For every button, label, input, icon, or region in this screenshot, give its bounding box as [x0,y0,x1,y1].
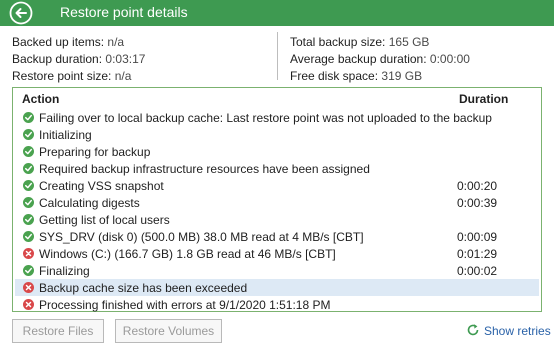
row-duration-text: 0:00:39 [457,196,498,210]
backup-duration-value: 0:03:17 [105,52,146,66]
total-backup-size-value: 165 GB [388,35,430,49]
table-row[interactable]: Creating VSS snapshot 0:00:20 [15,177,539,194]
row-action-text: SYS_DRV (disk 0) (500.0 MB) 38.0 MB read… [39,230,364,244]
refresh-icon [467,324,479,336]
row-duration-text: 0:01:29 [457,247,498,261]
action-column-header[interactable]: Action [22,92,59,106]
table-row[interactable]: Finalizing 0:00:02 [15,262,539,279]
error-circle-icon [23,299,34,310]
check-circle-icon [23,197,34,208]
back-arrow-icon[interactable] [9,1,33,25]
row-action-text: Finalizing [39,264,90,278]
table-row[interactable]: Getting list of local users [15,211,539,228]
show-retries-label: Show retries [484,324,551,338]
backup-duration-label: Backup duration: [12,52,103,66]
average-backup-duration-value: 0:00:00 [429,52,470,66]
restore-volumes-button[interactable]: Restore Volumes [115,319,222,343]
average-backup-duration-stat: Average backup duration: 0:00:00 [290,52,470,66]
backup-duration-stat: Backup duration: 0:03:17 [12,52,145,66]
row-action-text: Creating VSS snapshot [39,179,164,193]
check-circle-icon [23,265,34,276]
row-action-text: Required backup infrastructure resources… [39,162,370,176]
total-backup-size-label: Total backup size: [290,35,386,49]
action-log-panel[interactable]: Action Duration Failing over to local ba… [12,87,542,312]
free-disk-space-value: 319 GB [381,69,423,83]
check-circle-icon [23,146,34,157]
title-bar: Restore point details [0,0,554,26]
backed-up-items-stat: Backed up items: n/a [12,35,124,49]
restore-point-size-label: Restore point size: [12,69,112,83]
check-circle-icon [23,163,34,174]
backed-up-items-label: Backed up items: [12,35,105,49]
table-row[interactable]: Backup cache size has been exceeded [15,279,539,296]
stats-divider [277,32,278,80]
total-backup-size-stat: Total backup size: 165 GB [290,35,429,49]
row-duration-text: 0:00:20 [457,179,498,193]
row-action-text: Processing finished with errors at 9/1/2… [39,298,331,312]
check-circle-icon [23,129,34,140]
row-action-text: Backup cache size has been exceeded [39,281,248,295]
check-circle-icon [23,214,34,225]
table-row[interactable]: Initializing [15,126,539,143]
row-action-text: Failing over to local backup cache: Last… [39,111,492,125]
table-row[interactable]: Required backup infrastructure resources… [15,160,539,177]
free-disk-space-stat: Free disk space: 319 GB [290,69,422,83]
duration-column-header[interactable]: Duration [459,92,508,106]
table-row[interactable]: SYS_DRV (disk 0) (500.0 MB) 38.0 MB read… [15,228,539,245]
check-circle-icon [23,180,34,191]
restore-point-size-stat: Restore point size: n/a [12,69,131,83]
free-disk-space-label: Free disk space: [290,69,379,83]
backed-up-items-value: n/a [107,35,125,49]
table-row[interactable]: Processing finished with errors at 9/1/2… [15,296,539,313]
check-circle-icon [23,231,34,242]
table-row[interactable]: Windows (C:) (166.7 GB) 1.8 GB read at 4… [15,245,539,262]
row-action-text: Preparing for backup [39,145,151,159]
row-action-text: Initializing [39,128,92,142]
check-circle-icon [23,112,34,123]
window-title: Restore point details [60,4,188,20]
table-row[interactable]: Failing over to local backup cache: Last… [15,109,539,126]
row-duration-text: 0:00:09 [457,230,498,244]
row-action-text: Calculating digests [39,196,140,210]
average-backup-duration-label: Average backup duration: [290,52,427,66]
restore-point-size-value: n/a [114,69,132,83]
error-circle-icon [23,248,34,259]
error-circle-icon [23,282,34,293]
row-duration-text: 0:00:02 [457,264,498,278]
table-row[interactable]: Calculating digests 0:00:39 [15,194,539,211]
restore-files-button[interactable]: Restore Files [12,319,104,343]
row-action-text: Windows (C:) (166.7 GB) 1.8 GB read at 4… [39,247,336,261]
table-row[interactable]: Preparing for backup [15,143,539,160]
row-action-text: Getting list of local users [39,213,170,227]
